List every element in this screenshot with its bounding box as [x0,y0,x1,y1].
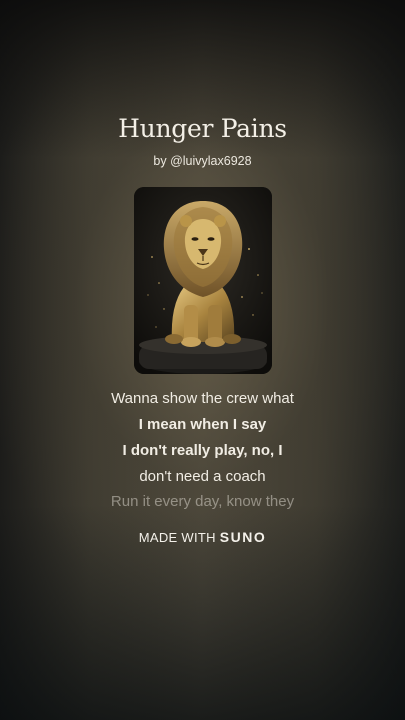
made-with-suno-watermark: MADE WITH SUNO [0,529,405,545]
suno-logo: SUNO [219,529,267,545]
lyric-line: Wanna show the crew what [111,390,294,407]
lyric-line-upcoming: Run it every day, know they [110,493,295,510]
cover-art [134,187,272,374]
song-title: Hunger Pains [118,114,287,143]
lyric-line: don't need a coach [139,468,266,485]
lion-statue-icon [134,187,272,374]
watermark-prefix: MADE WITH [138,530,216,545]
lyric-line-active: I don't really play, no, I [122,442,283,459]
song-author: by @luivylax6928 [153,154,252,168]
song-card: Hunger Pains by @luivylax6928 Wanna show… [0,0,405,720]
lyric-line-active: I mean when I say [138,416,267,433]
